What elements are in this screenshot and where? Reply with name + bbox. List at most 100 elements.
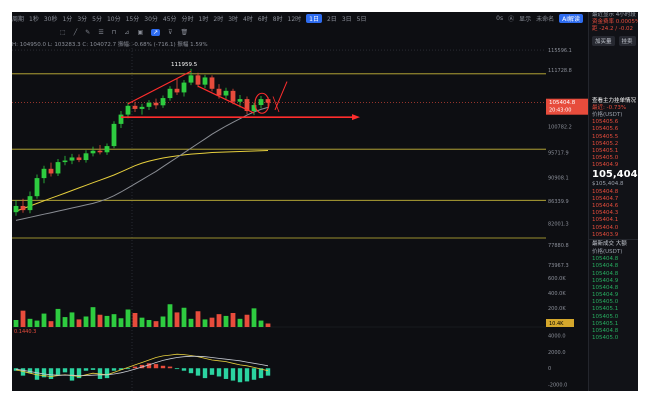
candle-body-8: [69, 157, 75, 161]
chart-svg[interactable]: 111959.5 115596.1 111728.8 105404.8 100782.2…: [12, 12, 588, 391]
candle-body-6: [55, 162, 61, 174]
candle-body-10: [83, 153, 89, 161]
volume-bar-3: [34, 320, 40, 327]
candle-body-19: [146, 102, 152, 107]
trade-row-11: 105405.0: [592, 335, 619, 342]
volume-bar-29: [216, 314, 222, 327]
volume-bar-12: [97, 314, 103, 327]
volume-bar-33: [244, 314, 250, 327]
candle-body-0: [13, 205, 19, 213]
candle-body-15: [118, 114, 124, 124]
ask-row-4: 105405.1: [592, 147, 619, 154]
change-row: 最近: -0.73%: [592, 104, 627, 111]
candle-body-35: [258, 99, 264, 106]
trade-row-4: 105404.8: [592, 284, 619, 291]
price-tick-1: 111728.8: [548, 68, 572, 74]
volume-bar-6: [55, 308, 61, 327]
bid-row-6: 105403.9: [592, 231, 619, 238]
candle-body-30: [223, 90, 229, 96]
candle-body-1: [20, 205, 26, 211]
volume-tick-2: 200.0K: [548, 306, 566, 312]
volume-bar-35: [258, 320, 264, 327]
volume-tick-1: 400.0K: [548, 291, 566, 297]
volume-bar-31: [230, 313, 236, 327]
trade-row-2: 105404.8: [592, 270, 619, 277]
candle-body-18: [139, 106, 145, 109]
volume-bar-7: [62, 317, 68, 327]
volume-bar-20: [153, 321, 159, 327]
macd-bar-5: [48, 368, 54, 379]
macd-bar-26: [195, 368, 201, 376]
panel-button-1[interactable]: 挂卖: [618, 35, 636, 46]
candle-body-27: [202, 77, 208, 85]
last-price-value: 105404.8: [549, 100, 576, 106]
trade-row-6: 105405.0: [592, 299, 619, 306]
candle-body-21: [160, 98, 166, 106]
macd-bar-33: [244, 368, 250, 382]
macd-bar-3: [34, 368, 40, 380]
trade-row-1: 105404.8: [592, 263, 619, 270]
main-order-link[interactable]: 查看主力挂单情况 >: [589, 98, 638, 105]
candle-body-24: [181, 82, 187, 93]
annotation-arrow-head: [352, 114, 360, 121]
volume-label: 10.4K: [549, 321, 564, 327]
candle-body-17: [132, 105, 138, 109]
macd-bar-30: [223, 368, 229, 379]
macd-bar-28: [209, 368, 215, 375]
macd-bar-13: [104, 368, 110, 379]
macd-bar-11: [90, 368, 96, 370]
ma-gray-line: [15, 106, 269, 221]
annotation-up-line: [127, 70, 192, 105]
trade-row-10: 105404.8: [592, 328, 619, 334]
price-tick-7: 82001.3: [548, 222, 569, 228]
countdown-value: 20:43:00: [549, 108, 571, 114]
macd-bar-14: [111, 368, 117, 371]
bid-row-1: 105404.7: [592, 195, 619, 202]
order-book-panel: 最近显示 4小时段 资金费率 0.0005% 距 -24.2 / -0.02 加买量挂…: [588, 12, 638, 391]
candle-body-29: [216, 88, 222, 96]
macd-bar-34: [251, 368, 257, 380]
volume-bar-27: [202, 319, 208, 327]
candle-body-31: [230, 90, 236, 102]
ask-row-0: 105405.6: [592, 119, 619, 126]
price-tick-4: 95717.9: [548, 151, 569, 157]
panel-header-row-2: 距 -24.2 / -0.02: [592, 26, 634, 33]
volume-bar-10: [83, 316, 89, 327]
candle-body-3: [34, 178, 40, 197]
macd-bar-27: [202, 368, 208, 379]
macd-bar-32: [237, 368, 243, 383]
trade-row-7: 105405.1: [592, 306, 619, 313]
candle-body-2: [27, 196, 33, 211]
candle-body-22: [167, 88, 173, 99]
volume-bar-22: [167, 304, 173, 327]
peak-price-label: 111959.5: [171, 62, 198, 68]
volume-bar-19: [146, 320, 152, 327]
candle-body-11: [90, 150, 96, 154]
volume-bar-11: [90, 307, 96, 327]
bid-row-2: 105404.6: [592, 203, 619, 209]
candle-body-20: [153, 102, 159, 106]
volume-bar-13: [104, 315, 110, 327]
trade-row-5: 105404.9: [592, 292, 619, 299]
candle-body-26: [195, 75, 201, 85]
annotation-small-arrow: [272, 96, 280, 113]
candle-body-16: [125, 105, 131, 115]
volume-bar-17: [132, 313, 138, 327]
panel-spacer: [589, 48, 638, 98]
volume-bar-23: [174, 312, 180, 327]
candle-body-9: [76, 157, 82, 161]
volume-bar-9: [76, 319, 82, 327]
candle-body-23: [174, 88, 180, 93]
panel-button-0[interactable]: 加买量: [592, 35, 615, 46]
trades-title[interactable]: 最新成交 大额: [589, 238, 638, 249]
volume-bar-18: [139, 317, 145, 327]
macd-tick-0: 4000.0: [548, 333, 566, 339]
candle-body-5: [48, 168, 54, 174]
macd-bar-24: [181, 368, 187, 371]
macd-bar-17: [132, 366, 138, 369]
macd-bar-7: [62, 368, 68, 373]
volume-tick-0: 600.0K: [548, 276, 566, 282]
volume-bar-21: [160, 316, 166, 327]
macd-bar-31: [230, 368, 236, 381]
ma-yellow-line: [15, 150, 269, 212]
